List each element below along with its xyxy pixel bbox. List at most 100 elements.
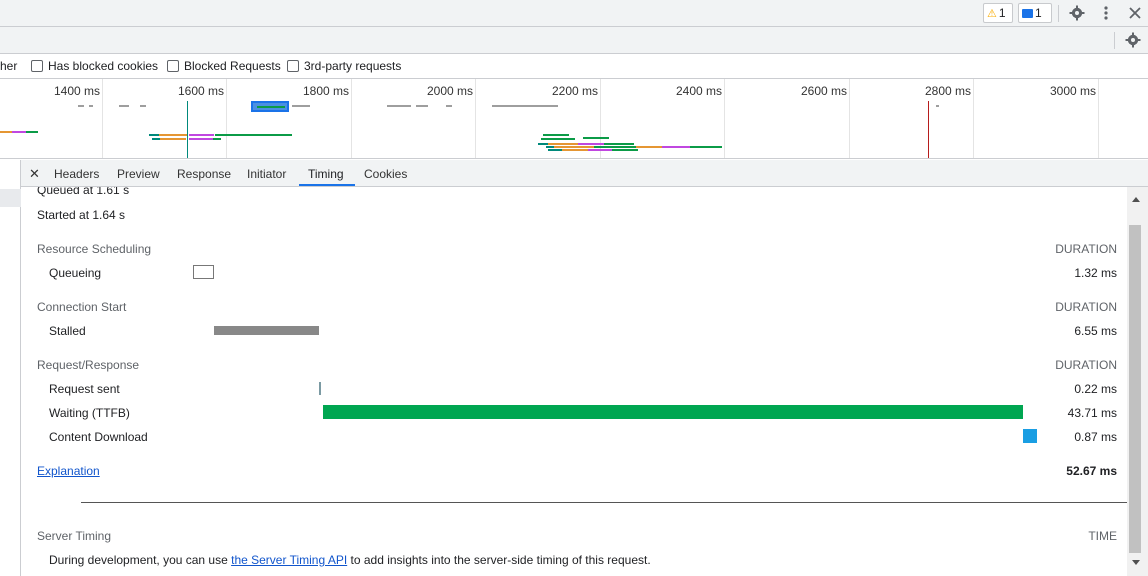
- request-marker: [538, 143, 548, 145]
- grid-line: [475, 79, 476, 158]
- checkbox[interactable]: [287, 60, 299, 72]
- selected-request-row[interactable]: [0, 189, 21, 207]
- duration-header: DURATION: [1055, 358, 1117, 372]
- section-title: Request/Response: [37, 358, 140, 372]
- network-settings-gear-icon[interactable]: [1124, 31, 1142, 49]
- checkbox[interactable]: [31, 60, 43, 72]
- started-at-label: Started at 1.64 s: [37, 208, 126, 222]
- scroll-down-icon[interactable]: [1132, 560, 1140, 565]
- request-marker: [140, 105, 146, 107]
- request-marker: [604, 143, 634, 145]
- timing-row-label: Request sent: [49, 382, 120, 396]
- tab-initiator[interactable]: Initiator: [247, 167, 286, 181]
- grid-line: [849, 79, 850, 158]
- timing-panel: Queued at 1.61 s Started at 1.64 s Resou…: [21, 187, 1127, 576]
- timing-row-value: 0.22 ms: [1074, 382, 1117, 396]
- request-marker: [0, 131, 12, 133]
- request-marker: [213, 138, 221, 140]
- selected-request-marker[interactable]: [251, 101, 289, 112]
- grid-line: [102, 79, 103, 158]
- tick-label: 2000 ms: [426, 84, 473, 98]
- has-blocked-cookies-filter[interactable]: Has blocked cookies: [31, 59, 158, 73]
- request-marker: [119, 105, 129, 107]
- more-vert-icon[interactable]: [1097, 4, 1115, 22]
- close-details-icon[interactable]: ✕: [29, 166, 40, 182]
- request-detail-tabs: ✕ Headers Preview Response Initiator Tim…: [21, 160, 1148, 187]
- section-title: Resource Scheduling: [37, 242, 152, 256]
- filter-label: Blocked Requests: [184, 59, 281, 73]
- waiting-ttfb-bar: [323, 405, 1023, 419]
- tab-response[interactable]: Response: [177, 167, 231, 181]
- request-marker: [189, 134, 214, 136]
- warning-count: 1: [998, 6, 1006, 20]
- scrollbar-thumb[interactable]: [1129, 225, 1141, 553]
- tick-label: 2800 ms: [924, 84, 971, 98]
- tab-timing[interactable]: Timing: [308, 167, 344, 181]
- grid-line: [226, 79, 227, 158]
- checkbox[interactable]: [167, 60, 179, 72]
- timing-row-label: Waiting (TTFB): [49, 406, 130, 420]
- request-marker: [149, 134, 159, 136]
- scroll-up-icon[interactable]: [1132, 197, 1140, 202]
- request-sent-bar: [319, 382, 321, 395]
- duration-header: DURATION: [1055, 300, 1117, 314]
- tick-label: 2200 ms: [551, 84, 598, 98]
- message-count: 1: [1035, 6, 1042, 20]
- filter-label: Has blocked cookies: [48, 59, 159, 73]
- close-icon[interactable]: [1126, 4, 1144, 22]
- tick-label: 2400 ms: [675, 84, 722, 98]
- request-marker: [12, 131, 26, 133]
- divider: [81, 502, 1127, 503]
- tab-preview[interactable]: Preview: [117, 167, 160, 181]
- blocked-requests-filter[interactable]: Blocked Requests: [167, 59, 281, 73]
- server-timing-text: During development, you can use: [49, 553, 232, 567]
- timing-row-value: 1.32 ms: [1074, 266, 1117, 280]
- request-marker: [636, 146, 662, 148]
- gear-icon[interactable]: [1068, 4, 1086, 22]
- load-event-line: [928, 101, 929, 158]
- total-duration: 52.67 ms: [1066, 464, 1117, 478]
- request-marker: [548, 143, 578, 145]
- request-marker: [292, 105, 310, 107]
- request-marker: [690, 146, 722, 148]
- filter-bar: her Has blocked cookies Blocked Requests…: [0, 54, 1148, 79]
- request-marker: [562, 149, 588, 151]
- third-party-requests-filter[interactable]: 3rd-party requests: [287, 59, 401, 73]
- timing-row-value: 43.71 ms: [1067, 406, 1117, 420]
- request-marker: [578, 143, 604, 145]
- queueing-bar: [193, 265, 214, 279]
- section-title: Connection Start: [37, 300, 127, 314]
- server-timing-api-link[interactable]: the Server Timing API: [231, 553, 347, 567]
- server-timing-text: to add insights into the server-side tim…: [347, 553, 651, 567]
- filter-label: 3rd-party requests: [304, 59, 402, 73]
- warnings-badge[interactable]: ⚠ 1: [983, 3, 1013, 23]
- grid-line: [973, 79, 974, 158]
- request-marker: [78, 105, 84, 107]
- request-marker: [215, 134, 292, 136]
- request-marker: [89, 105, 93, 107]
- messages-badge[interactable]: 1: [1018, 3, 1052, 23]
- queued-at-label: Queued at 1.61 s: [37, 187, 130, 197]
- network-overview-timeline[interactable]: 1400 ms 1600 ms 1800 ms 2000 ms 2200 ms …: [0, 79, 1148, 159]
- server-timing-title: Server Timing: [37, 529, 112, 543]
- explanation-link[interactable]: Explanation: [37, 464, 100, 478]
- tab-headers[interactable]: Headers: [54, 167, 99, 181]
- network-toolbar: [0, 27, 1148, 54]
- tab-cookies[interactable]: Cookies: [364, 167, 407, 181]
- request-list-edge[interactable]: [0, 160, 21, 576]
- timing-row-label: Stalled: [49, 324, 86, 338]
- grid-line: [724, 79, 725, 158]
- request-marker: [26, 131, 38, 133]
- dom-content-loaded-line: [187, 101, 188, 158]
- request-marker: [189, 138, 213, 140]
- request-marker: [416, 105, 428, 107]
- devtools-top-toolbar: ⚠ 1 1: [0, 0, 1148, 27]
- request-marker: [541, 138, 575, 140]
- timing-row-label: Content Download: [49, 430, 148, 444]
- request-marker: [543, 134, 569, 136]
- active-tab-indicator: [299, 184, 355, 186]
- request-marker: [160, 138, 186, 140]
- timing-row-value: 6.55 ms: [1074, 324, 1117, 338]
- tick-label: 3000 ms: [1049, 84, 1096, 98]
- stalled-bar: [214, 326, 319, 335]
